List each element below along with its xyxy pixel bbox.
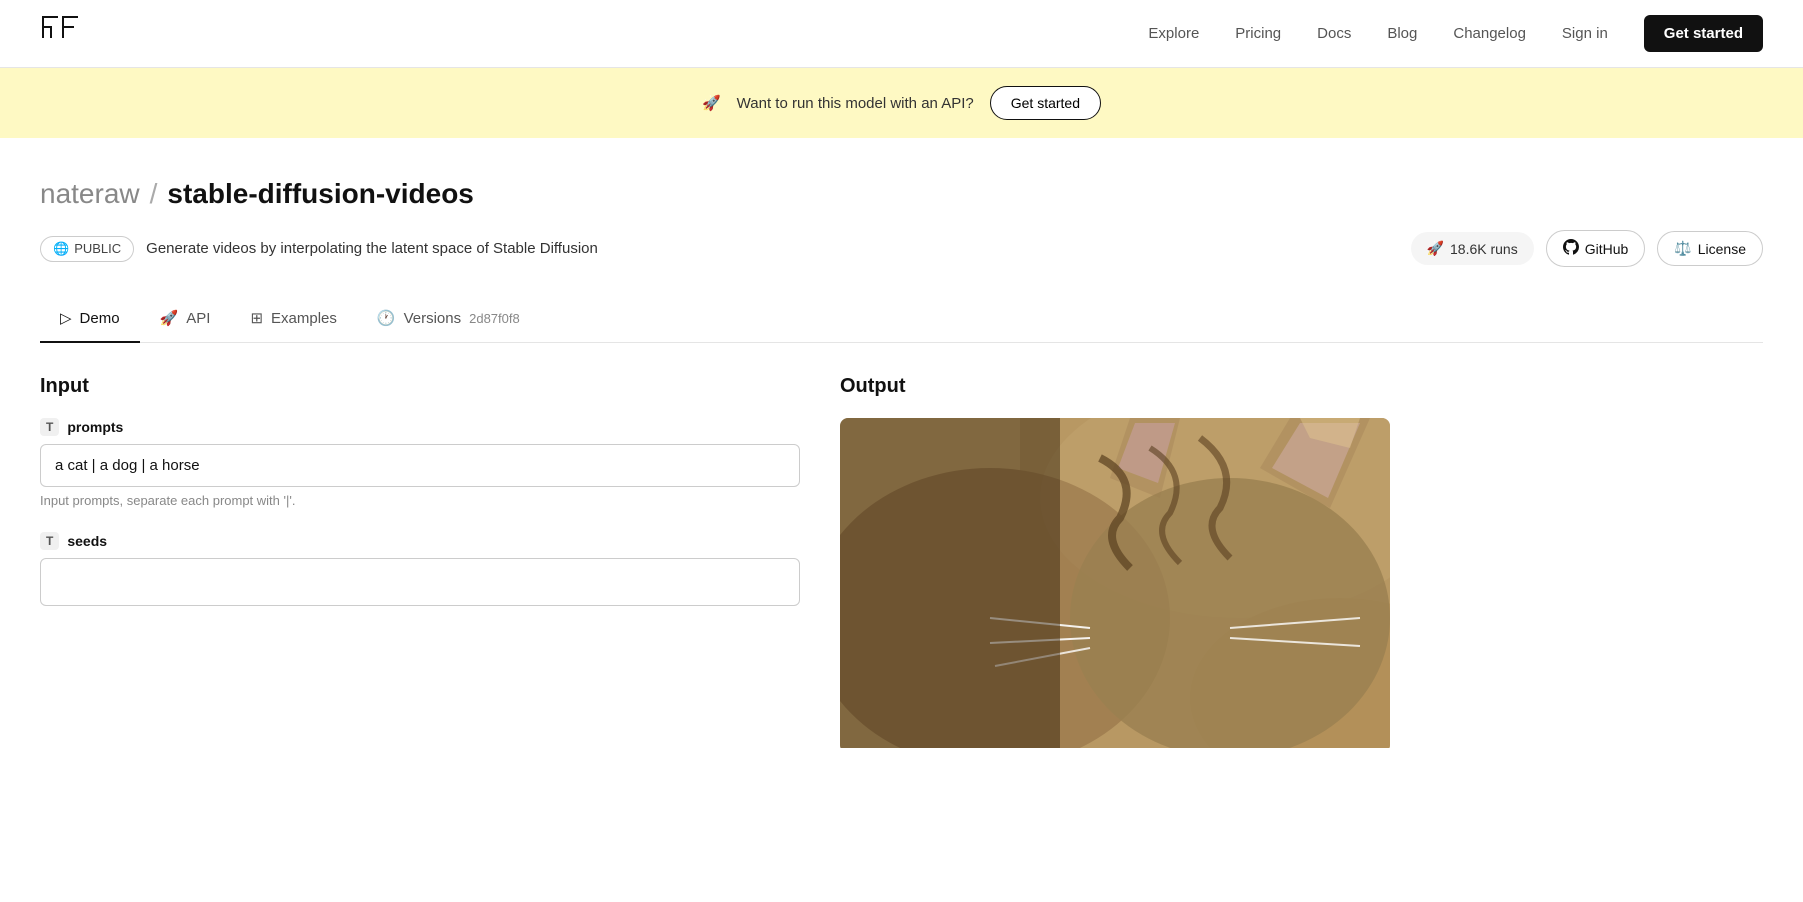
breadcrumb: nateraw / stable-diffusion-videos: [40, 178, 1763, 210]
input-title: Input: [40, 375, 800, 398]
runs-badge: 🚀 18.6K runs: [1411, 232, 1534, 265]
version-hash: 2d87f0f8: [469, 311, 520, 326]
api-banner: 🚀 Want to run this model with an API? Ge…: [0, 68, 1803, 138]
breadcrumb-user[interactable]: nateraw: [40, 178, 140, 210]
prompts-label-row: T prompts: [40, 418, 800, 436]
tab-demo[interactable]: ▷ Demo: [40, 297, 140, 343]
nav-docs[interactable]: Docs: [1317, 25, 1351, 42]
output-image-container: [840, 418, 1390, 753]
prompts-hint: Input prompts, separate each prompt with…: [40, 493, 800, 508]
play-icon: ▷: [60, 309, 72, 327]
rocket-small-icon: 🚀: [1427, 240, 1444, 257]
github-button[interactable]: GitHub: [1546, 230, 1646, 267]
github-icon: [1563, 239, 1579, 258]
banner-cta-button[interactable]: Get started: [990, 86, 1101, 120]
nav-changelog[interactable]: Changelog: [1453, 25, 1526, 42]
clock-icon: 🕐: [377, 309, 396, 327]
nav-pricing[interactable]: Pricing: [1235, 25, 1281, 42]
seeds-field: T seeds: [40, 532, 800, 606]
get-started-nav-button[interactable]: Get started: [1644, 15, 1763, 52]
github-label: GitHub: [1585, 241, 1629, 257]
tab-examples-label: Examples: [271, 310, 337, 327]
model-info-right: 🚀 18.6K runs GitHub ⚖️ License: [1411, 230, 1763, 267]
tab-api[interactable]: 🚀 API: [140, 297, 231, 343]
globe-icon: 🌐: [53, 241, 69, 257]
visibility-badge: 🌐 PUBLIC: [40, 236, 134, 262]
logo[interactable]: [40, 14, 80, 54]
sign-in-button[interactable]: Sign in: [1562, 25, 1608, 42]
prompts-field-name: prompts: [67, 419, 123, 435]
license-label: License: [1698, 241, 1746, 257]
banner-text: Want to run this model with an API?: [737, 95, 974, 112]
seeds-type-badge: T: [40, 532, 59, 550]
seeds-field-name: seeds: [67, 533, 107, 549]
tab-api-label: API: [186, 310, 210, 327]
api-rocket-icon: 🚀: [160, 309, 179, 327]
tab-demo-label: Demo: [80, 310, 120, 327]
tab-versions-label: Versions: [404, 310, 462, 327]
tab-examples[interactable]: ⊞ Examples: [230, 297, 356, 343]
nav-blog[interactable]: Blog: [1387, 25, 1417, 42]
model-info-row: 🌐 PUBLIC Generate videos by interpolatin…: [40, 230, 1763, 267]
main-content: nateraw / stable-diffusion-videos 🌐 PUBL…: [0, 138, 1803, 753]
prompts-field: T prompts Input prompts, separate each p…: [40, 418, 800, 508]
prompts-type-badge: T: [40, 418, 59, 436]
output-cat-image: [840, 418, 1390, 748]
breadcrumb-separator: /: [150, 178, 158, 210]
grid-icon: ⊞: [250, 309, 263, 327]
banner-emoji: 🚀: [702, 94, 721, 112]
output-column: Output: [840, 375, 1763, 753]
model-info-left: 🌐 PUBLIC Generate videos by interpolatin…: [40, 236, 598, 262]
tab-versions[interactable]: 🕐 Versions 2d87f0f8: [357, 297, 540, 343]
prompts-input[interactable]: [40, 444, 800, 487]
seeds-input[interactable]: [40, 558, 800, 606]
nav-explore[interactable]: Explore: [1148, 25, 1199, 42]
nav-links: Explore Pricing Docs Blog Changelog Sign…: [1148, 15, 1763, 52]
license-button[interactable]: ⚖️ License: [1657, 231, 1763, 266]
runs-count: 18.6K runs: [1450, 241, 1518, 257]
navigation: Explore Pricing Docs Blog Changelog Sign…: [0, 0, 1803, 68]
input-column: Input T prompts Input prompts, separate …: [40, 375, 800, 753]
model-description: Generate videos by interpolating the lat…: [146, 240, 598, 257]
seeds-label-row: T seeds: [40, 532, 800, 550]
demo-columns: Input T prompts Input prompts, separate …: [40, 375, 1763, 753]
output-title: Output: [840, 375, 1763, 398]
breadcrumb-repo: stable-diffusion-videos: [167, 178, 473, 210]
tabs-bar: ▷ Demo 🚀 API ⊞ Examples 🕐 Versions 2d87f…: [40, 297, 1763, 343]
visibility-label: PUBLIC: [74, 241, 121, 256]
license-icon: ⚖️: [1674, 240, 1691, 257]
logo-icon: [40, 14, 80, 54]
